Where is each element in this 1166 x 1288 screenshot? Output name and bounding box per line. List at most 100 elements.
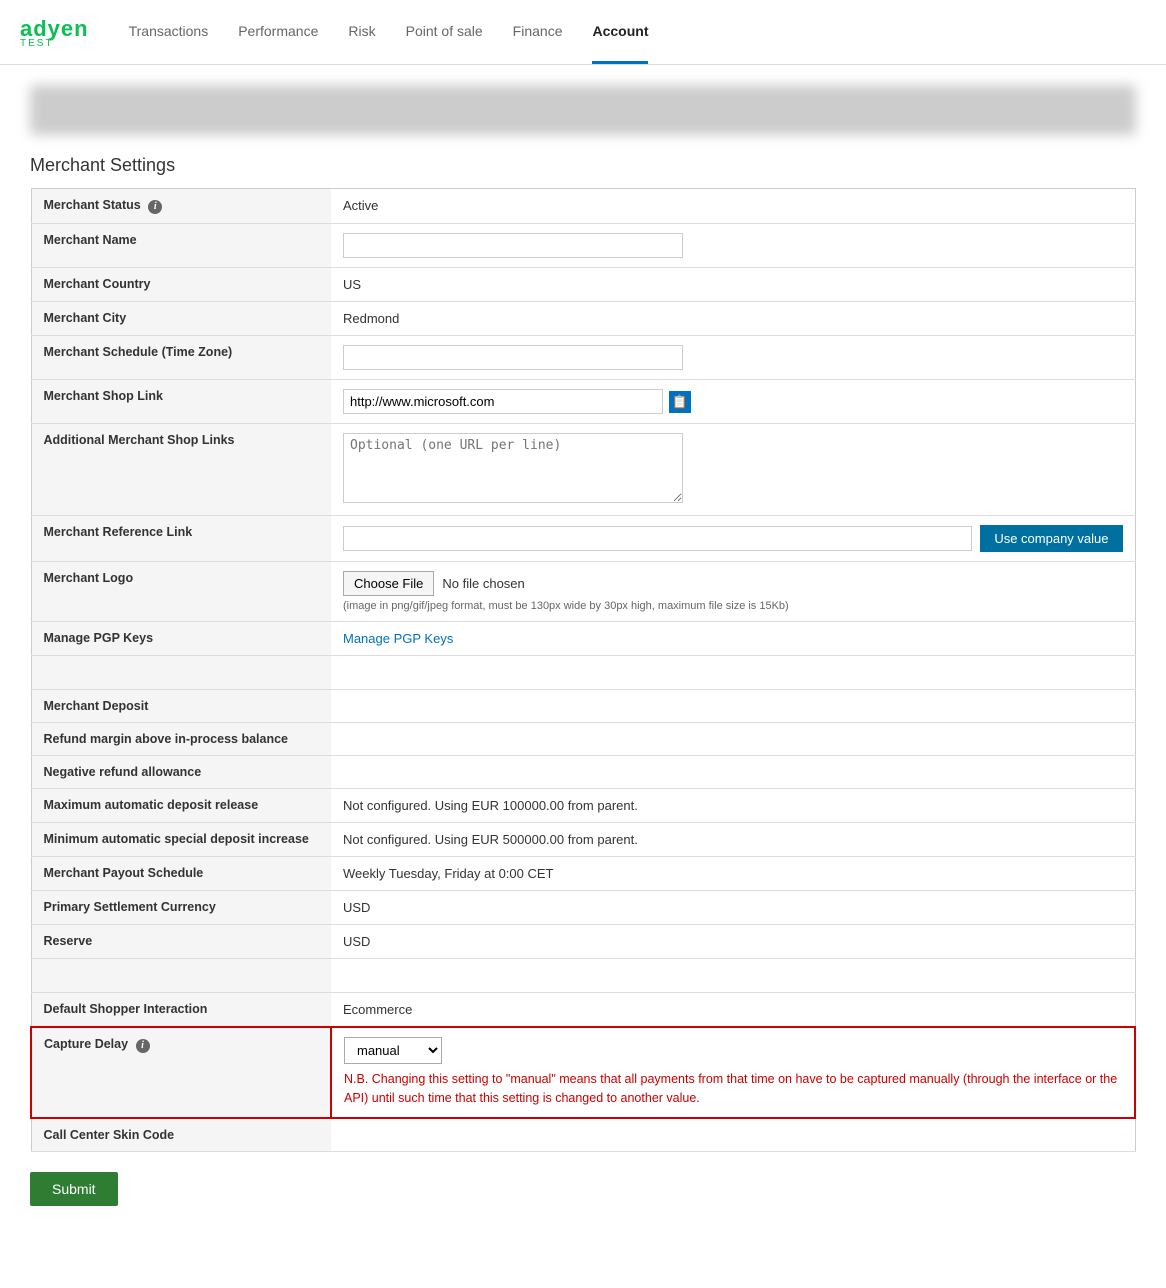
- row-label: Merchant Schedule (Time Zone): [31, 336, 331, 380]
- file-upload-wrapper: Choose File No file chosen (image in png…: [343, 571, 1123, 612]
- no-file-text: No file chosen: [442, 576, 524, 591]
- table-row: Refund margin above in-process balance: [31, 723, 1135, 756]
- row-label: Refund margin above in-process balance: [31, 723, 331, 756]
- row-value: Not configured. Using EUR 100000.00 from…: [331, 789, 1135, 823]
- ref-link-wrapper: Use company value: [343, 525, 1123, 552]
- table-row: Call Center Skin Code: [31, 1118, 1135, 1152]
- row-value-empty: [331, 656, 1135, 690]
- row-value: Ecommerce: [331, 993, 1135, 1028]
- row-value: Weekly Tuesday, Friday at 0:00 CET: [331, 857, 1135, 891]
- merchant-schedule-input[interactable]: [343, 345, 683, 370]
- row-value: USD: [331, 891, 1135, 925]
- submit-button[interactable]: Submit: [30, 1172, 118, 1206]
- table-row: Merchant Status i Active: [31, 189, 1135, 224]
- table-row-empty: [31, 959, 1135, 993]
- nav-links: Transactions Performance Risk Point of s…: [129, 1, 1146, 64]
- row-label: Default Shopper Interaction: [31, 993, 331, 1028]
- section-title: Merchant Settings: [30, 155, 1136, 176]
- row-label: Merchant Country: [31, 268, 331, 302]
- row-label: Negative refund allowance: [31, 756, 331, 789]
- table-row: Default Shopper Interaction Ecommerce: [31, 993, 1135, 1028]
- row-label: Primary Settlement Currency: [31, 891, 331, 925]
- table-row: Merchant Logo Choose File No file chosen…: [31, 562, 1135, 622]
- row-value: [331, 424, 1135, 516]
- blurred-account-header: [30, 85, 1136, 135]
- row-label: Merchant Name: [31, 224, 331, 268]
- table-row: Merchant Deposit: [31, 690, 1135, 723]
- use-company-button[interactable]: Use company value: [980, 525, 1122, 552]
- table-row: Merchant Reference Link Use company valu…: [31, 516, 1135, 562]
- row-value: Manage PGP Keys: [331, 622, 1135, 656]
- table-row: Merchant Name: [31, 224, 1135, 268]
- table-row: Negative refund allowance: [31, 756, 1135, 789]
- merchant-shop-link-input[interactable]: [343, 389, 663, 414]
- table-row: Primary Settlement Currency USD: [31, 891, 1135, 925]
- info-icon: i: [148, 200, 162, 214]
- table-row: Reserve USD: [31, 925, 1135, 959]
- nav-transactions[interactable]: Transactions: [129, 1, 209, 64]
- row-label: Minimum automatic special deposit increa…: [31, 823, 331, 857]
- row-value: [331, 336, 1135, 380]
- nav-account[interactable]: Account: [592, 1, 648, 64]
- nav-performance[interactable]: Performance: [238, 1, 318, 64]
- row-value: Redmond: [331, 302, 1135, 336]
- page-content: Merchant Settings Merchant Status i Acti…: [0, 145, 1166, 1236]
- row-label-capture: Capture Delay i: [31, 1027, 331, 1118]
- row-value: US: [331, 268, 1135, 302]
- logo-sub: TEST: [20, 38, 89, 49]
- row-value: Choose File No file chosen (image in png…: [331, 562, 1135, 622]
- table-row: Merchant Shop Link 📋: [31, 380, 1135, 424]
- row-label: Call Center Skin Code: [31, 1118, 331, 1152]
- table-row: Manage PGP Keys Manage PGP Keys: [31, 622, 1135, 656]
- additional-shop-links-input[interactable]: [343, 433, 683, 503]
- merchant-ref-link-input[interactable]: [343, 526, 972, 551]
- table-row-capture-delay: Capture Delay i manual immediate 1 2 3 4…: [31, 1027, 1135, 1118]
- row-label: Merchant Logo: [31, 562, 331, 622]
- row-value: Active: [331, 189, 1135, 224]
- row-label: Merchant Shop Link: [31, 380, 331, 424]
- shop-link-wrapper: 📋: [343, 389, 1123, 414]
- row-value: [331, 723, 1135, 756]
- capture-warning-text: N.B. Changing this setting to "manual" m…: [344, 1070, 1122, 1108]
- row-value: [331, 756, 1135, 789]
- row-value: [331, 224, 1135, 268]
- table-row: Merchant Payout Schedule Weekly Tuesday,…: [31, 857, 1135, 891]
- row-label: Manage PGP Keys: [31, 622, 331, 656]
- row-label: Maximum automatic deposit release: [31, 789, 331, 823]
- file-upload-label[interactable]: Choose File No file chosen: [343, 571, 525, 596]
- nav-risk[interactable]: Risk: [348, 1, 375, 64]
- row-label: Reserve: [31, 925, 331, 959]
- row-value: [331, 1118, 1135, 1152]
- capture-delay-select[interactable]: manual immediate 1 2 3 4 5: [344, 1037, 442, 1064]
- manage-pgp-keys-link[interactable]: Manage PGP Keys: [343, 631, 453, 646]
- row-value: 📋: [331, 380, 1135, 424]
- table-row: Merchant City Redmond: [31, 302, 1135, 336]
- table-row: Minimum automatic special deposit increa…: [31, 823, 1135, 857]
- row-value-empty: [331, 959, 1135, 993]
- merchant-settings-table: Merchant Status i Active Merchant Name M…: [30, 188, 1136, 1152]
- table-row: Maximum automatic deposit release Not co…: [31, 789, 1135, 823]
- row-label: Additional Merchant Shop Links: [31, 424, 331, 516]
- copy-icon[interactable]: 📋: [669, 391, 691, 413]
- row-label: Merchant Deposit: [31, 690, 331, 723]
- row-label: Merchant Status i: [31, 189, 331, 224]
- table-row: Merchant Schedule (Time Zone): [31, 336, 1135, 380]
- file-info-text: (image in png/gif/jpeg format, must be 1…: [343, 600, 1123, 612]
- table-row-empty: [31, 656, 1135, 690]
- info-icon-capture: i: [136, 1039, 150, 1053]
- table-row: Merchant Country US: [31, 268, 1135, 302]
- merchant-name-input[interactable]: [343, 233, 683, 258]
- row-value: Not configured. Using EUR 500000.00 from…: [331, 823, 1135, 857]
- table-row: Additional Merchant Shop Links: [31, 424, 1135, 516]
- row-value: Use company value: [331, 516, 1135, 562]
- navigation: adyen TEST Transactions Performance Risk…: [0, 0, 1166, 65]
- row-label: Merchant Payout Schedule: [31, 857, 331, 891]
- choose-file-button[interactable]: Choose File: [343, 571, 434, 596]
- nav-finance[interactable]: Finance: [513, 1, 563, 64]
- nav-point-of-sale[interactable]: Point of sale: [406, 1, 483, 64]
- row-value-capture: manual immediate 1 2 3 4 5 N.B. Changing…: [331, 1027, 1135, 1118]
- row-label: Merchant Reference Link: [31, 516, 331, 562]
- row-value: USD: [331, 925, 1135, 959]
- row-value: [331, 690, 1135, 723]
- row-label-empty: [31, 959, 331, 993]
